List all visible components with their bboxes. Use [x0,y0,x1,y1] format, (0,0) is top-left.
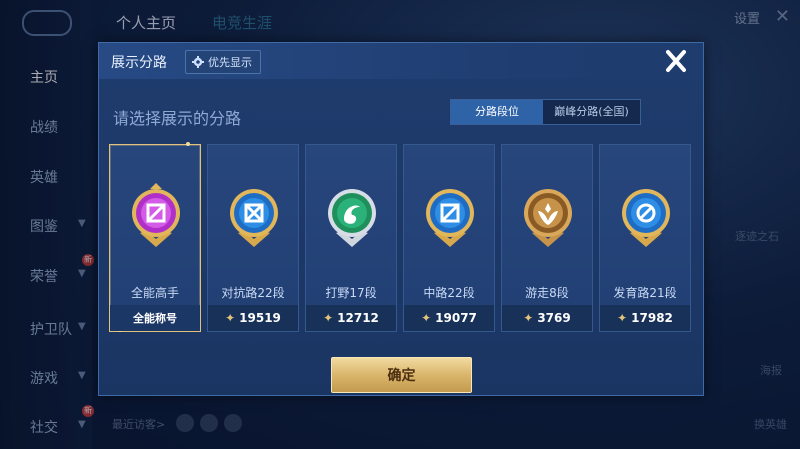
rank-points: 19519 [239,311,281,325]
lane-footer: ✦ 12712 [306,305,396,331]
lane-title: 全能高手 [130,286,179,300]
clash-lane-emblem-icon [230,189,278,247]
lane-footer: ✦ 3769 [502,305,592,331]
mid-lane-emblem-icon [426,189,474,247]
priority-display-label: 优先显示 [208,56,252,69]
confirm-button[interactable]: 确定 [331,357,472,393]
lane-card-mid[interactable]: 中路22段 ✦ 19077 [403,144,495,332]
lane-mode-toggle: 分路段位 巅峰分路(全国) [450,99,641,125]
rank-points-icon: ✦ [421,311,432,325]
lane-card-list: 全能高手 全能称号 对抗路22段 ✦ 19519 打野17段 ✦ 12712 中… [109,142,693,334]
rank-points-icon: ✦ [617,311,628,325]
dialog-header: 展示分路 优先显示 [99,43,703,79]
rank-points-icon: ✦ [225,311,236,325]
lane-footer: ✦ 19077 [404,305,494,331]
dialog-title: 展示分路 [111,55,167,71]
corner-dot [186,142,190,146]
lane-title: 打野17段 [325,286,377,300]
rank-points: 3769 [537,311,571,325]
lane-card-jungle[interactable]: 打野17段 ✦ 12712 [305,144,397,332]
priority-display-button[interactable]: 优先显示 [185,50,261,74]
tab-peak-lane[interactable]: 巅峰分路(全国) [543,100,640,124]
lane-title: 中路22段 [423,286,475,300]
rank-points: 19077 [435,311,477,325]
dialog-subtitle: 请选择展示的分路 [113,109,242,128]
rank-points: 12712 [337,311,379,325]
lane-card-clash[interactable]: 对抗路22段 ✦ 19519 [207,144,299,332]
rank-points-icon: ✦ [523,311,534,325]
lane-display-dialog: 展示分路 优先显示 请选择展示的分路 分路段位 巅峰分路(全国) 全能高手 全能… [98,42,704,396]
lane-footer: ✦ 17982 [600,305,690,331]
lane-card-all-round[interactable]: 全能高手 全能称号 [109,142,201,332]
rank-points-icon: ✦ [323,311,334,325]
lane-title: 发育路21段 [613,286,677,300]
lane-footer: ✦ 19519 [208,305,298,331]
tab-lane-rank[interactable]: 分路段位 [451,100,543,124]
lane-card-farm[interactable]: 发育路21段 ✦ 17982 [599,144,691,332]
close-icon[interactable] [659,47,693,75]
rank-points: 17982 [631,311,673,325]
gear-icon [192,56,204,68]
lane-footer-text: 全能称号 [133,312,177,325]
lane-footer: 全能称号 [110,305,200,331]
lane-card-roam[interactable]: 游走8段 ✦ 3769 [501,144,593,332]
lane-title: 对抗路22段 [221,286,285,300]
roam-emblem-icon [524,189,572,247]
jungle-emblem-icon [328,189,376,247]
farm-lane-emblem-icon [622,189,670,247]
all-round-emblem-icon [132,183,180,247]
lane-title: 游走8段 [525,286,569,300]
